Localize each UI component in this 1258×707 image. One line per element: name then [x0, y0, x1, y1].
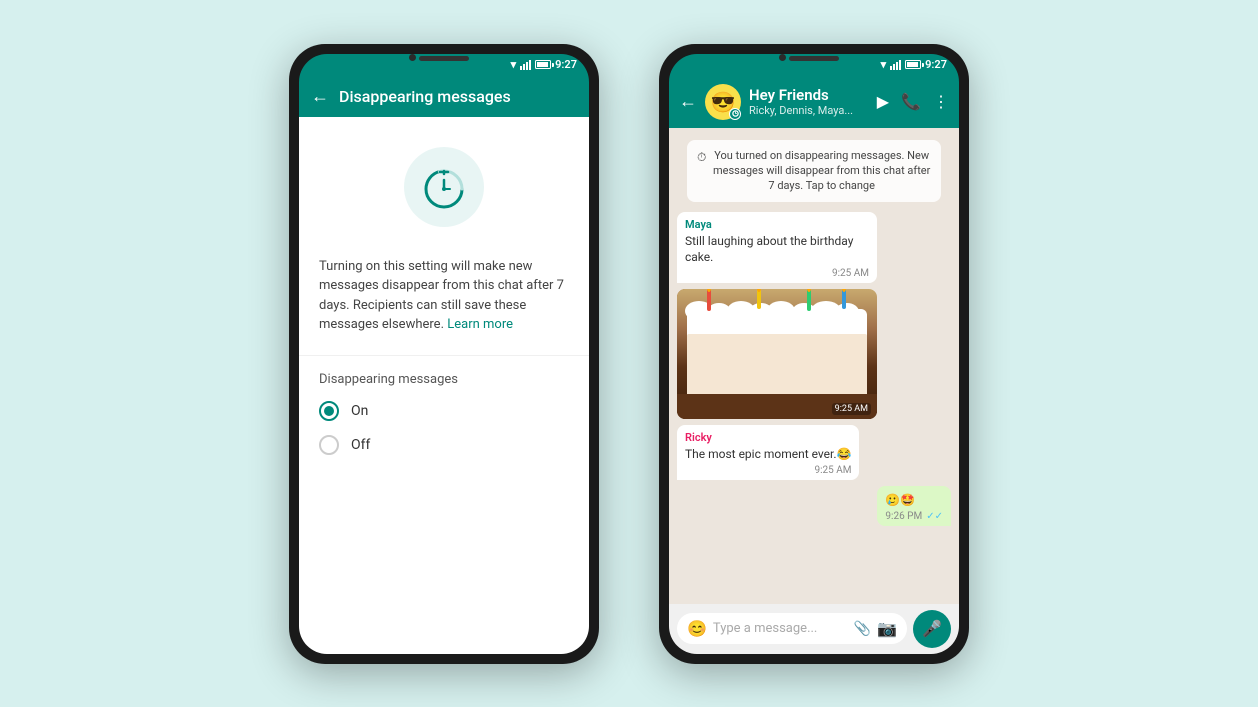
timer-icon-section — [299, 117, 589, 247]
app-bar-1: ← Disappearing messages — [299, 76, 589, 117]
radio-off-label: Off — [351, 437, 370, 453]
msg-text-ricky: The most epic moment ever.😂 — [685, 446, 851, 463]
status-bar-right-2: ▾ 9:27 — [881, 58, 947, 71]
radio-section: Disappearing messages On Off — [299, 356, 589, 485]
video-call-icon[interactable]: ▶ — [877, 92, 889, 111]
disappearing-system-note[interactable]: ⏱ You turned on disappearing messages. N… — [687, 140, 941, 202]
system-note-text: You turned on disappearing messages. New… — [712, 148, 931, 194]
voice-call-icon[interactable]: 📞 — [901, 92, 921, 111]
radio-option-on[interactable]: On — [319, 401, 569, 421]
battery-icon-1 — [535, 60, 551, 69]
learn-more-link[interactable]: Learn more — [447, 317, 513, 332]
msg-time-maya: 9:25 AM — [685, 268, 869, 279]
chat-group-name: Hey Friends — [749, 86, 869, 104]
attach-icon[interactable]: 📎 — [854, 621, 871, 637]
msg-sender-ricky: Ricky — [685, 431, 851, 444]
msg-time-outgoing: 9:26 PM — [885, 511, 922, 522]
timer-svg-icon — [419, 162, 469, 212]
screen-title-1: Disappearing messages — [339, 87, 511, 106]
group-avatar: 😎 — [705, 84, 741, 120]
chat-header-info: Hey Friends Ricky, Dennis, Maya... — [749, 86, 869, 117]
radio-option-off[interactable]: Off — [319, 435, 569, 455]
status-bar-right-1: ▾ 9:27 — [511, 58, 577, 71]
chat-body: ⏱ You turned on disappearing messages. N… — [669, 128, 959, 604]
radio-on-inner — [324, 406, 334, 416]
wifi-icon-2: ▾ — [881, 58, 887, 71]
message-input-placeholder[interactable]: Type a message... — [713, 621, 848, 636]
mic-icon: 🎤 — [922, 619, 942, 638]
chat-members: Ricky, Dennis, Maya... — [749, 104, 869, 117]
battery-icon-2 — [905, 60, 921, 69]
msg-time-ricky: 9:25 AM — [685, 465, 851, 476]
settings-content: Turning on this setting will make new me… — [299, 117, 589, 654]
chat-back-button[interactable]: ← — [679, 91, 697, 112]
msg-cake-image: 9:25 AM — [677, 289, 877, 419]
description-section: Turning on this setting will make new me… — [299, 247, 589, 356]
emoji-picker-icon[interactable]: 😊 — [687, 619, 707, 638]
radio-on-label: On — [351, 403, 368, 419]
status-time-2: 9:27 — [925, 58, 947, 71]
msg-maya-text: Maya Still laughing about the birthday c… — [677, 212, 877, 284]
radio-on-indicator[interactable] — [319, 401, 339, 421]
description-text: Turning on this setting will make new me… — [319, 259, 564, 333]
message-input-box[interactable]: 😊 Type a message... 📎 📷 — [677, 613, 907, 644]
camera-icon[interactable]: 📷 — [877, 619, 897, 638]
msg-outgoing-content: 🥲🤩 9:26 PM — [885, 492, 922, 522]
msg-ricky-text: Ricky The most epic moment ever.😂 9:25 A… — [677, 425, 859, 480]
cake-image-visual: 9:25 AM — [677, 289, 877, 419]
chat-header-actions: ▶ 📞 ⋮ — [877, 92, 949, 111]
radio-off-indicator[interactable] — [319, 435, 339, 455]
section-label: Disappearing messages — [319, 372, 569, 387]
signal-icon-2 — [890, 60, 901, 70]
msg-sender-maya: Maya — [685, 218, 869, 231]
back-button-1[interactable]: ← — [311, 86, 329, 107]
msg-outgoing-emoji: 🥲🤩 9:26 PM ✓✓ — [877, 486, 951, 526]
chat-input-area: 😊 Type a message... 📎 📷 🎤 — [669, 604, 959, 654]
disappearing-badge — [729, 108, 741, 120]
signal-icon-1 — [520, 60, 531, 70]
timer-note-icon: ⏱ — [697, 149, 706, 166]
wifi-icon: ▾ — [511, 58, 517, 71]
msg-read-ticks: ✓✓ — [926, 511, 943, 522]
phone-1: ▾ 9:27 ← Disappearing messages — [289, 44, 599, 664]
status-time-1: 9:27 — [555, 58, 577, 71]
img-time: 9:25 AM — [832, 403, 871, 415]
phone-2: ▾ 9:27 ← 😎 — [659, 44, 969, 664]
msg-emoji-text: 🥲🤩 — [885, 492, 922, 509]
more-options-icon[interactable]: ⋮ — [933, 92, 949, 111]
mic-button[interactable]: 🎤 — [913, 610, 951, 648]
msg-text-maya: Still laughing about the birthday cake. — [685, 233, 869, 267]
chat-app-bar: ← 😎 Hey Friends Ricky, Dennis, Maya... ▶… — [669, 76, 959, 128]
timer-icon-circle — [404, 147, 484, 227]
